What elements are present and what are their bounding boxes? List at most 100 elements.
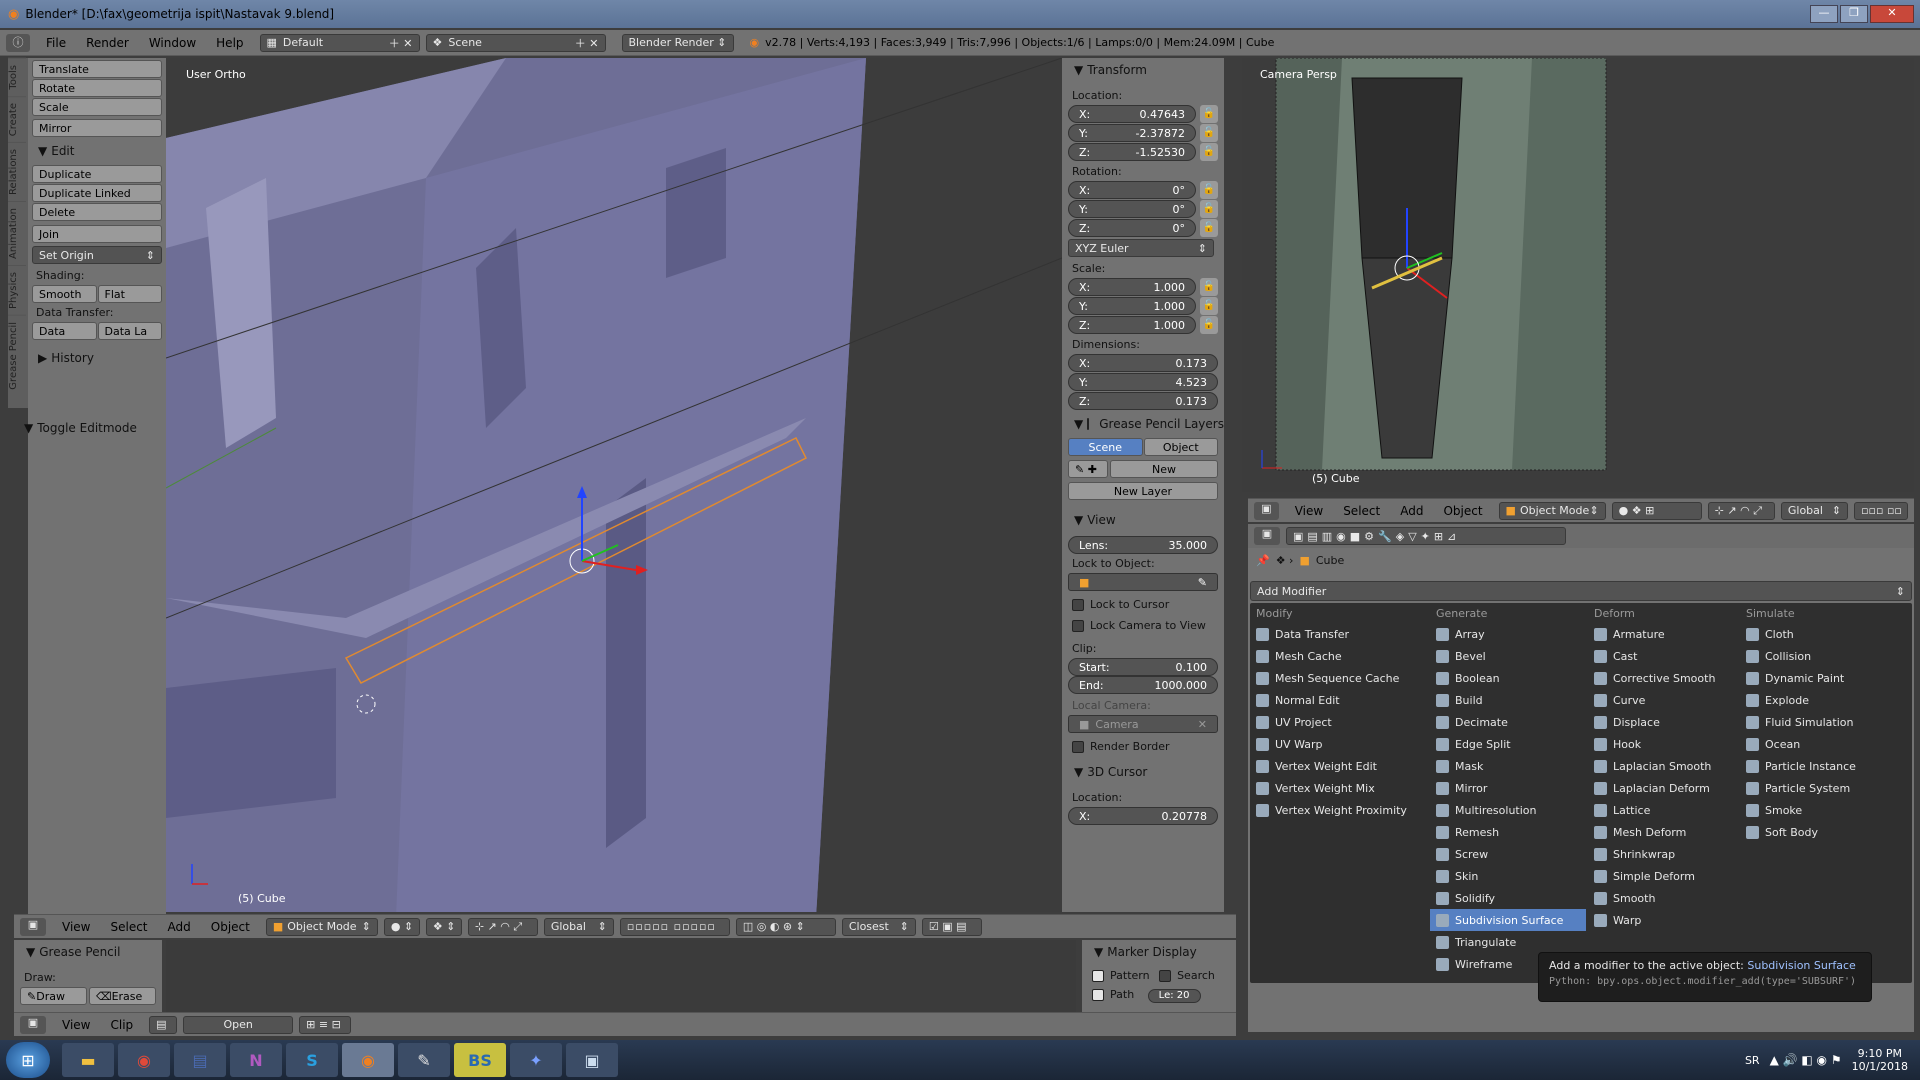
info-menu-file[interactable]: File [46, 36, 66, 50]
camera-menu-add[interactable]: Add [1400, 504, 1423, 518]
modifier-item-build[interactable]: Build [1430, 689, 1586, 711]
modifier-item-boolean[interactable]: Boolean [1430, 667, 1586, 689]
clip-menu-clip[interactable]: Clip [110, 1018, 133, 1032]
modifier-item-mask[interactable]: Mask [1430, 755, 1586, 777]
modifier-item-soft-body[interactable]: Soft Body [1740, 821, 1910, 843]
dimension-z-field[interactable]: Z: 0.173 [1068, 392, 1218, 410]
duplicate-linked-button[interactable]: Duplicate Linked [32, 184, 162, 202]
onenote-icon[interactable]: N [230, 1043, 282, 1077]
rotation-z-field[interactable]: Z: 0° [1068, 219, 1196, 237]
modifier-item-ocean[interactable]: Ocean [1740, 733, 1910, 755]
modifier-item-collision[interactable]: Collision [1740, 645, 1910, 667]
history-panel-header[interactable]: ▶ History [32, 348, 162, 368]
toggle-editmode-panel[interactable]: ▼ Toggle Editmode [18, 418, 158, 438]
camera-object-mode-dropdown[interactable]: ■ Object Mode ⇕ [1498, 501, 1606, 520]
clock-date[interactable]: 10/1/2018 [1852, 1060, 1908, 1073]
lock-icon[interactable]: 🔓 [1200, 200, 1218, 218]
camera-menu-object[interactable]: Object [1443, 504, 1482, 518]
edit-panel-header[interactable]: ▼ Edit [32, 141, 162, 161]
pivot-icon[interactable]: ❖ ⇕ [425, 917, 462, 936]
scale-z-field[interactable]: Z: 1.000 [1068, 316, 1196, 334]
lens-field[interactable]: Lens: 35.000 [1068, 536, 1218, 554]
cursor-x-field[interactable]: X: 0.20778 [1068, 807, 1218, 825]
scale-button[interactable]: Scale [32, 98, 162, 116]
delete-button[interactable]: Delete [32, 203, 162, 221]
close-button[interactable]: ✕ [1870, 5, 1914, 23]
object-mode-dropdown[interactable]: ■ Object Mode ⇕ [265, 917, 378, 936]
gp-object-button[interactable]: Object [1143, 438, 1218, 456]
pencil-icon[interactable]: ✎ ✚ [1068, 460, 1108, 478]
modifier-item-triangulate[interactable]: Triangulate [1430, 931, 1586, 953]
modifier-item-displace[interactable]: Displace [1588, 711, 1744, 733]
modifier-item-explode[interactable]: Explode [1740, 689, 1910, 711]
rotation-x-field[interactable]: X: 0° [1068, 181, 1196, 199]
rotation-mode-dropdown[interactable]: XYZ Euler ⇕ [1068, 239, 1214, 257]
dimension-x-field[interactable]: X: 0.173 [1068, 354, 1218, 372]
clip-menu-view[interactable]: View [62, 1018, 90, 1032]
clock-time[interactable]: 9:10 PM [1852, 1047, 1908, 1060]
modifier-item-vertex-weight-mix[interactable]: Vertex Weight Mix [1250, 777, 1406, 799]
modifier-item-laplacian-smooth[interactable]: Laplacian Smooth [1588, 755, 1744, 777]
location-z-field[interactable]: Z: -1.52530 [1068, 143, 1196, 161]
add-scene-icon[interactable]: ＋ ✕ [575, 35, 599, 51]
lock-icon[interactable]: 🔓 [1200, 316, 1218, 334]
camera-menu-select[interactable]: Select [1343, 504, 1380, 518]
duplicate-button[interactable]: Duplicate [32, 165, 162, 183]
clip-start-field[interactable]: Start: 0.100 [1068, 658, 1218, 676]
lock-icon[interactable]: 🔓 [1200, 181, 1218, 199]
tool-tab-animation[interactable]: Animation [8, 200, 26, 265]
language-indicator[interactable]: SR [1745, 1054, 1760, 1067]
render-border-option[interactable]: Render Border [1068, 737, 1218, 756]
modifier-item-remesh[interactable]: Remesh [1430, 821, 1586, 843]
modifier-item-decimate[interactable]: Decimate [1430, 711, 1586, 733]
clip-mode-icon[interactable]: ▤ [149, 1015, 178, 1034]
tool-tab-tools[interactable]: Tools [8, 58, 26, 96]
eyedropper-icon[interactable]: ✎ [1198, 576, 1207, 589]
modifier-item-uv-project[interactable]: UV Project [1250, 711, 1406, 733]
modifier-item-vertex-weight-edit[interactable]: Vertex Weight Edit [1250, 755, 1406, 777]
manipulator-icons[interactable]: ⊹ ↗ ◠ ⤢ [467, 917, 538, 936]
bs-icon[interactable]: BS [454, 1043, 506, 1077]
save-app-icon[interactable]: ▤ [174, 1043, 226, 1077]
modifier-item-particle-instance[interactable]: Particle Instance [1740, 755, 1910, 777]
grease-pencil-layers-header[interactable]: ▼ Grease Pencil Layers [1068, 414, 1224, 434]
modifier-item-hook[interactable]: Hook [1588, 733, 1744, 755]
snap-icons[interactable]: ◫ ◎ ◐ ⊛ ⇕ [735, 917, 836, 936]
editor-type-icon[interactable]: ▣ [20, 917, 46, 936]
window-app-icon[interactable]: ▣ [566, 1043, 618, 1077]
dimension-y-field[interactable]: Y: 4.523 [1068, 373, 1218, 391]
path-length-field[interactable]: Le: 20 [1147, 988, 1201, 1003]
visualstudio-icon[interactable]: ✦ [510, 1043, 562, 1077]
modifier-item-lattice[interactable]: Lattice [1588, 799, 1744, 821]
tool-tab-relations[interactable]: Relations [8, 141, 26, 201]
camera-viewport[interactable]: Camera Persp (5) Cube [1242, 58, 1914, 492]
modifier-item-smoke[interactable]: Smoke [1740, 799, 1910, 821]
local-camera-field[interactable]: ■ Camera ✕ [1068, 715, 1218, 733]
view-panel-header[interactable]: ▼ View [1068, 510, 1218, 530]
modifier-item-shrinkwrap[interactable]: Shrinkwrap [1588, 843, 1744, 865]
modifier-item-uv-warp[interactable]: UV Warp [1250, 733, 1406, 755]
tool-tab-create[interactable]: Create [8, 95, 26, 142]
modifier-item-multiresolution[interactable]: Multiresolution [1430, 799, 1586, 821]
orientation-dropdown[interactable]: Global ⇕ [543, 917, 614, 936]
lock-icon[interactable]: 🔓 [1200, 297, 1218, 315]
explorer-icon[interactable]: ▬ [62, 1043, 114, 1077]
lock-icon[interactable]: 🔓 [1200, 143, 1218, 161]
data-button[interactable]: Data [32, 322, 97, 340]
new-layer-button[interactable]: New Layer [1068, 482, 1218, 500]
mirror-button[interactable]: Mirror [32, 119, 162, 137]
editor-type-icon[interactable]: ▣ [1254, 501, 1279, 520]
lock-icon[interactable]: 🔓 [1200, 219, 1218, 237]
render-engine-selector[interactable]: Blender Render ⇕ [621, 33, 734, 52]
grease-pencil-checkbox[interactable] [1087, 418, 1090, 430]
layout-selector[interactable]: ▦ Default ＋ ✕ [259, 33, 420, 52]
draw-button[interactable]: ✎ Draw [20, 987, 87, 1005]
scene-selector[interactable]: ❖ Scene ＋ ✕ [425, 33, 606, 52]
cursor-panel-header[interactable]: ▼ 3D Cursor [1068, 762, 1218, 782]
translate-button[interactable]: Translate [32, 60, 162, 78]
camera-shading-icons[interactable]: ● ❖ ⊞ [1611, 501, 1702, 520]
modifier-item-screw[interactable]: Screw [1430, 843, 1586, 865]
transform-panel-header[interactable]: ▼ Transform [1068, 60, 1218, 80]
tool-tab-grease-pencil[interactable]: Grease Pencil [8, 314, 26, 396]
snap-target-dropdown[interactable]: Closest ⇕ [841, 917, 916, 936]
